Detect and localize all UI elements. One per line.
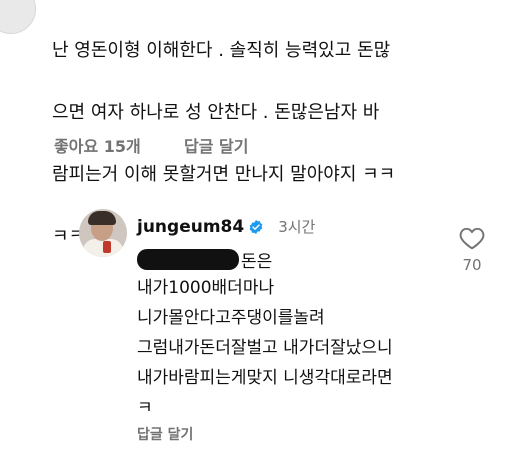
- commenter-avatar[interactable]: [0, 0, 36, 34]
- reply-timestamp: 3시간: [278, 218, 316, 236]
- reply-mention-row: 돈은: [137, 247, 272, 272]
- reply-avatar[interactable]: [79, 209, 127, 257]
- heart-outline-icon[interactable]: [459, 226, 485, 250]
- reply-button[interactable]: 답글 달기: [184, 133, 248, 157]
- comment-thread: 난 영돈이형 이해한다 . 솔직히 능력있고 돈많 으면 여자 하나로 성 안찬…: [0, 0, 507, 450]
- redacted-mention: [137, 249, 239, 270]
- reply-reply-button[interactable]: 답글 달기: [137, 424, 193, 444]
- reply-username[interactable]: jungeum84: [137, 217, 244, 237]
- reply-line: 니가몰안다고주댕이를놀려: [137, 308, 325, 328]
- like-control: 70: [456, 226, 488, 274]
- comment-actions: 좋아요 15개 답글 달기: [54, 133, 248, 157]
- reply-line: 그럼내가돈더잘벌고 내가더잘났으니: [137, 338, 393, 358]
- reply-text: 내가1000배더마나 니가몰안다고주댕이를놀려 그럼내가돈더잘벌고 내가더잘났으…: [137, 273, 477, 423]
- comment-line: 으면 여자 하나로 성 안찬다 . 돈많은남자 바: [52, 102, 380, 123]
- comment-line: 난 영돈이형 이해한다 . 솔직히 능력있고 돈많: [52, 40, 391, 61]
- like-count: 70: [462, 256, 482, 274]
- mention-suffix-text: 돈은: [241, 252, 273, 272]
- verified-badge-icon: [249, 219, 263, 234]
- likes-count-link[interactable]: 좋아요 15개: [54, 133, 184, 157]
- reply-line: 내가1000배더마나: [137, 278, 275, 298]
- comment-line: 람피는거 이해 못할거면 만나지 말아야지 ㅋㅋ: [52, 164, 396, 185]
- reply-header: jungeum84 3시간: [137, 216, 315, 237]
- reply-line: 내가바람피는게맞지 니생각대로라면: [137, 368, 393, 388]
- reply-line: ㅋ: [137, 398, 153, 418]
